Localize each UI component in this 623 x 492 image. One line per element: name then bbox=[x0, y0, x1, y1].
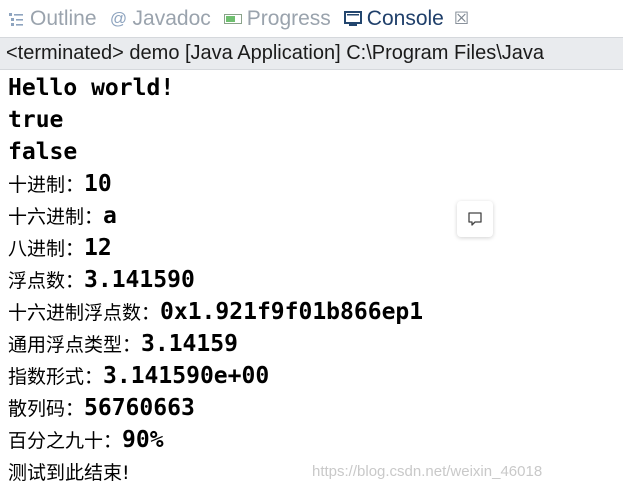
console-output[interactable]: Hello world! true false 十进制：10 十六进制：a 八进… bbox=[0, 70, 623, 492]
console-line: 通用浮点类型：3.14159 bbox=[8, 331, 238, 357]
console-line: false bbox=[8, 139, 78, 165]
close-icon[interactable]: ☒ bbox=[454, 9, 469, 29]
console-line: 十六进制：a bbox=[8, 203, 117, 229]
javadoc-icon: @ bbox=[109, 8, 128, 28]
console-line: true bbox=[8, 107, 64, 133]
progress-icon bbox=[223, 9, 243, 29]
watermark: https://blog.csdn.net/weixin_46018 bbox=[312, 463, 543, 480]
console-line: 指数形式：3.141590e+00 bbox=[8, 363, 270, 389]
tab-label: Progress bbox=[246, 6, 331, 30]
outline-icon bbox=[6, 9, 26, 29]
view-tab-bar: Outline @ Javadoc Progress Console ☒ bbox=[0, 0, 623, 37]
console-line: 测试到此结束! bbox=[8, 462, 130, 484]
console-icon bbox=[343, 9, 363, 29]
tab-console[interactable]: Console ☒ bbox=[336, 0, 476, 37]
tab-javadoc[interactable]: @ Javadoc bbox=[103, 0, 217, 37]
tab-outline[interactable]: Outline bbox=[0, 0, 103, 37]
console-line: 八进制：12 bbox=[8, 235, 112, 261]
console-line: Hello world! bbox=[8, 75, 175, 101]
tab-label: Console bbox=[366, 6, 444, 30]
tab-label: Javadoc bbox=[132, 6, 211, 30]
console-line: 浮点数：3.141590 bbox=[8, 267, 195, 293]
console-status: <terminated> demo [Java Application] C:\… bbox=[0, 37, 623, 70]
console-line: 百分之九十：90% bbox=[8, 427, 164, 453]
tab-label: Outline bbox=[30, 6, 97, 30]
console-line: 十进制：10 bbox=[8, 171, 112, 197]
comment-icon[interactable] bbox=[457, 201, 493, 237]
console-line: 散列码：56760663 bbox=[8, 395, 195, 421]
tab-progress[interactable]: Progress bbox=[217, 0, 337, 37]
console-line: 十六进制浮点数：0x1.921f9f01b866ep1 bbox=[8, 299, 424, 325]
